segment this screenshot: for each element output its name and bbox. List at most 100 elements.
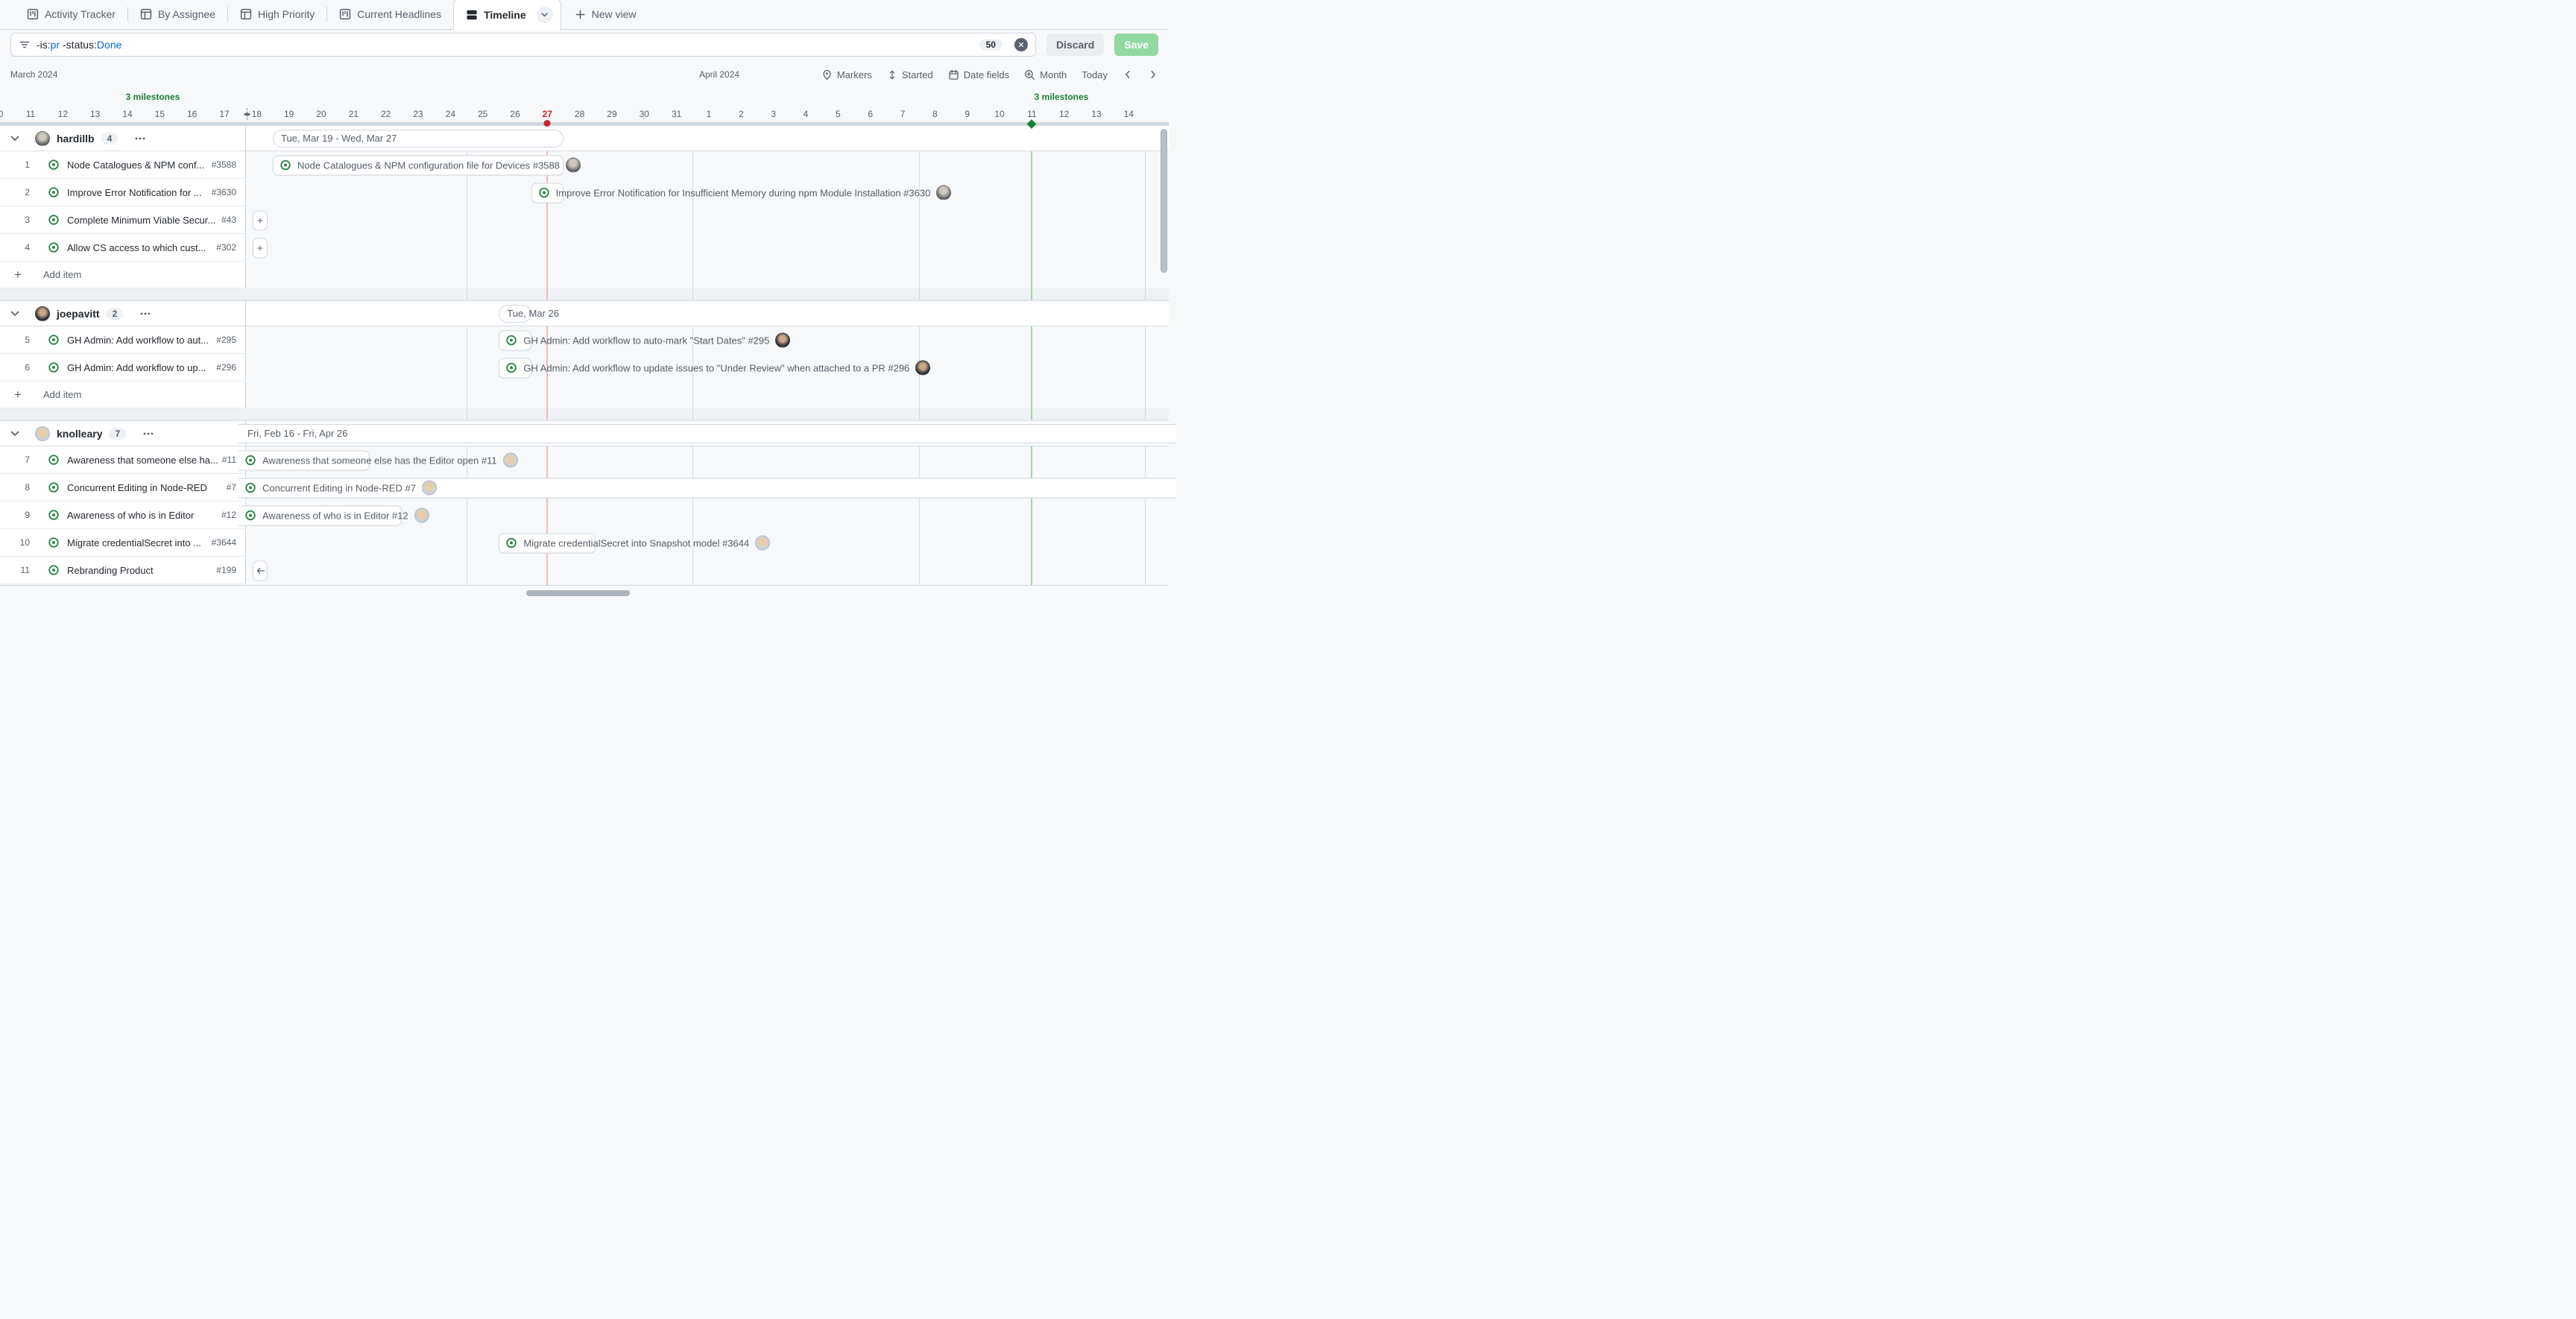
tab-options-caret[interactable]: [537, 7, 553, 23]
group-header-cell[interactable]: knolleary7: [0, 420, 246, 446]
group-gap: [0, 288, 1169, 300]
zoom-level-button[interactable]: Month: [1024, 69, 1067, 80]
sort-started-button[interactable]: Started: [887, 69, 933, 80]
item-table-cell[interactable]: 9Awareness of who is in Editor#12: [0, 502, 246, 529]
group-header-cell[interactable]: joepavitt2: [0, 300, 246, 326]
item-number: #3630: [212, 187, 236, 197]
item-table-cell[interactable]: 11Rebranding Product#199: [0, 557, 246, 584]
timeline-bar[interactable]: Awareness of who is in Editor #12: [239, 505, 402, 525]
avatar-knolleary: [755, 536, 770, 551]
timeline-bar[interactable]: GH Admin: Add workflow to auto-mark "Sta…: [499, 330, 531, 350]
group-menu-button[interactable]: [142, 428, 154, 440]
collapse-chevron-icon[interactable]: [10, 136, 19, 142]
date-number: 31: [672, 109, 681, 119]
item-table-cell[interactable]: 8Concurrent Editing in Node-RED#7: [0, 474, 246, 502]
item-table-cell[interactable]: 2Improve Error Notification for ...#3630: [0, 179, 246, 206]
item-table-cell[interactable]: 6GH Admin: Add workflow to up...#296: [0, 354, 246, 382]
item-timeline-cell: +: [246, 206, 1169, 234]
group-menu-button[interactable]: [139, 308, 151, 320]
timeline-bar[interactable]: Improve Error Notification for Insuffici…: [531, 183, 564, 203]
add-date-button[interactable]: +: [253, 238, 268, 258]
avatar-knolleary: [422, 481, 437, 496]
scroll-right-button[interactable]: [1148, 69, 1158, 80]
date-number: 11: [26, 109, 35, 119]
jump-to-item-button[interactable]: [253, 560, 268, 581]
scroll-left-button[interactable]: [1123, 69, 1133, 80]
filter-icon: [19, 39, 31, 51]
group-header-cell[interactable]: hardillb 4: [0, 125, 246, 151]
today-button[interactable]: Today: [1082, 69, 1108, 80]
group-date-range-pill[interactable]: Tue, Mar 19 - Wed, Mar 27: [273, 130, 564, 148]
bar-label: Concurrent Editing in Node-RED #7: [262, 482, 416, 493]
group-date-range-pill[interactable]: Tue, Mar 26: [499, 305, 531, 323]
date-number: 30: [640, 109, 649, 119]
group-date-range-bar[interactable]: Fri, Feb 16 - Fri, Apr 26: [239, 424, 1176, 443]
issue-open-icon: [505, 537, 517, 549]
row-number: 6: [0, 362, 33, 373]
clear-filter-button[interactable]: ✕: [1014, 38, 1028, 51]
issue-open-icon: [505, 335, 517, 347]
item-row: 8Concurrent Editing in Node-RED#7 Concurr…: [0, 474, 1169, 502]
filter-input[interactable]: -is:pr -status:Done 50 ✕: [10, 33, 1036, 57]
group-name: hardillb: [57, 133, 95, 145]
group-header-timeline: Tue, Mar 19 - Wed, Mar 27: [246, 125, 1169, 151]
markers-button[interactable]: Markers: [821, 69, 872, 80]
filter-query-text: -is:pr -status:Done: [37, 39, 973, 51]
save-button[interactable]: Save: [1114, 34, 1158, 56]
tab-timeline[interactable]: Timeline: [453, 0, 561, 30]
vertical-scrollbar[interactable]: [1161, 129, 1167, 273]
table-resize-handle[interactable]: ◂ ▸: [240, 108, 253, 120]
row-number: 9: [0, 510, 33, 520]
timeline-bar[interactable]: Migrate credentialSecret into Snapshot m…: [499, 533, 596, 553]
collapse-chevron-icon[interactable]: [10, 311, 19, 317]
timeline-bar[interactable]: Awareness that someone else has the Edit…: [239, 450, 370, 470]
tab-by-assignee[interactable]: By Assignee: [128, 0, 227, 29]
date-fields-button[interactable]: Date fields: [948, 69, 1009, 80]
date-number: 8: [932, 109, 938, 119]
collapse-chevron-icon[interactable]: [10, 431, 19, 437]
group-count-badge: 4: [101, 133, 119, 145]
timeline-bar[interactable]: Node Catalogues & NPM configuration file…: [273, 155, 564, 175]
add-date-button[interactable]: +: [253, 210, 268, 230]
bar-label: Awareness that someone else has the Edit…: [262, 455, 497, 466]
row-number: 1: [0, 159, 33, 170]
date-number: 10: [0, 109, 3, 119]
item-table-cell[interactable]: 5GH Admin: Add workflow to aut...#295: [0, 326, 246, 354]
tab-high-priority[interactable]: High Priority: [228, 0, 326, 29]
item-number: #295: [216, 335, 236, 345]
item-table-cell[interactable]: 3Complete Minimum Viable Secur...#43: [0, 206, 246, 234]
item-table-cell[interactable]: 1Node Catalogues & NPM conf...#3588: [0, 151, 246, 179]
group-name: knolleary: [57, 428, 102, 440]
item-title: Migrate credentialSecret into ...: [67, 537, 207, 548]
table-icon: [240, 8, 252, 20]
horizontal-scrollbar[interactable]: [526, 590, 630, 596]
add-item-cell[interactable]: +Add item: [0, 262, 246, 288]
date-number: 11: [1027, 109, 1036, 119]
date-range-label: Tue, Mar 19 - Wed, Mar 27: [281, 133, 397, 144]
timeline-bar[interactable]: GH Admin: Add workflow to update issues …: [499, 358, 531, 378]
item-table-cell[interactable]: 7Awareness that someone else ha...#11: [0, 446, 246, 474]
item-table-cell[interactable]: 10Migrate credentialSecret into ...#3644: [0, 529, 246, 557]
date-number: 2: [739, 109, 744, 119]
tab-current-headlines[interactable]: Current Headlines: [327, 0, 453, 29]
date-number: 19: [284, 109, 294, 119]
item-title: Node Catalogues & NPM conf...: [67, 159, 207, 171]
date-number: 15: [155, 109, 165, 119]
bar-label: GH Admin: Add workflow to auto-mark "Sta…: [523, 335, 769, 346]
group-header-timeline: Tue, Mar 26: [246, 300, 1169, 326]
group-header-timeline: Fri, Feb 16 - Fri, Apr 26: [246, 420, 1169, 446]
date-number: 16: [187, 109, 197, 119]
new-view-button[interactable]: New view: [561, 0, 650, 29]
item-row: 9Awareness of who is in Editor#12Awarene…: [0, 502, 1169, 529]
date-number: 6: [868, 109, 873, 119]
discard-button[interactable]: Discard: [1046, 34, 1104, 56]
add-item-cell[interactable]: +Add item: [0, 382, 246, 408]
bar-label: Awareness of who is in Editor #12: [262, 510, 408, 521]
row-number: 2: [0, 187, 33, 197]
issue-open-icon: [48, 361, 60, 373]
group-menu-button[interactable]: [134, 133, 146, 145]
timeline-bar[interactable]: Concurrent Editing in Node-RED #7: [239, 478, 1176, 498]
item-table-cell[interactable]: 4Allow CS access to which cust...#302: [0, 234, 246, 262]
tab-activity-tracker[interactable]: Activity Tracker: [15, 0, 127, 29]
plus-icon: [575, 9, 586, 20]
